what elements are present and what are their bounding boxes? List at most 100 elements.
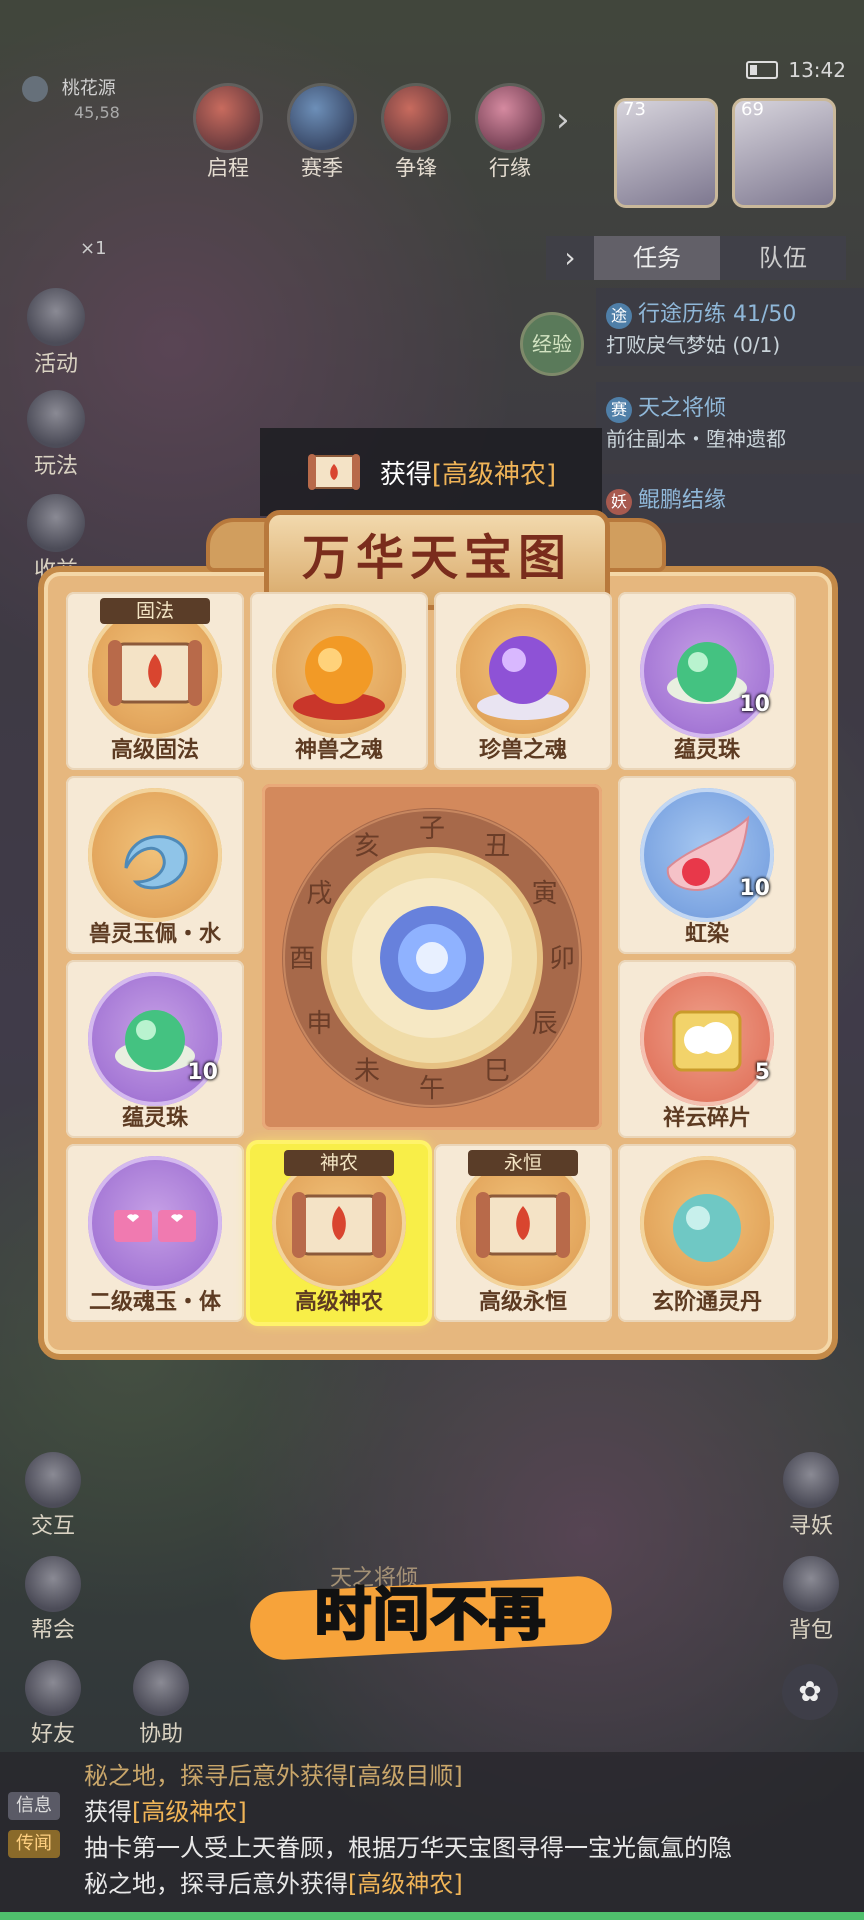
reward-cell[interactable]: 神兽之魂 <box>250 592 428 770</box>
reward-cell[interactable]: 固法 高级固法 <box>66 592 244 770</box>
zodiac-wheel[interactable]: 子丑寅卯辰巳午 未申 酉 戌亥 <box>280 806 584 1110</box>
reward-cell[interactable]: 10 蕴灵珠 <box>618 592 796 770</box>
nav-battle[interactable]: 争锋 <box>382 86 450 182</box>
item-count: 5 <box>754 1060 770 1085</box>
nav-journey[interactable]: 启程 <box>194 86 262 182</box>
reward-cell[interactable]: 神农 高级神农 <box>250 1144 428 1322</box>
item-name: 蕴灵珠 <box>673 738 740 763</box>
location-indicator[interactable]: 桃花源 45,58 <box>22 74 120 123</box>
video-subtitle: 时间不再 <box>314 1582 547 1650</box>
chat-channel-tag: 信息 <box>8 1792 60 1820</box>
soul-jade-icon <box>114 1210 196 1242</box>
nav-season[interactable]: 赛季 <box>288 86 356 182</box>
quest-desc: 打败戾气梦姑 (0/1) <box>606 333 781 357</box>
chat-message: 获得[高级神农] <box>84 1798 247 1826</box>
guild-icon <box>25 1556 81 1612</box>
player-avatar[interactable]: 69 <box>732 98 836 208</box>
gameplay-icon <box>27 390 85 448</box>
quest-title: 鲲鹏结缘 <box>638 488 727 513</box>
status-bar: 13:42 <box>746 58 846 82</box>
item-name: 高级神农 <box>294 1290 383 1315</box>
quest-title: 行途历练 41/50 <box>638 302 797 327</box>
gameplay-button[interactable]: 玩法 <box>18 390 94 480</box>
zodiac-branch-label: 申 <box>306 1009 332 1039</box>
reward-cell[interactable]: 玄阶通灵丹 <box>618 1144 796 1322</box>
zodiac-branch-label: 未 <box>354 1057 380 1087</box>
item-name: 高级永恒 <box>478 1290 567 1315</box>
item-name: 高级固法 <box>110 738 199 763</box>
clock: 13:42 <box>788 58 846 82</box>
orb-purple-icon <box>477 636 569 720</box>
zodiac-branch-label: 亥 <box>354 831 380 861</box>
activity-button[interactable]: 活动 <box>18 288 94 378</box>
spin-wheel-panel[interactable]: 子丑寅卯辰巳午 未申 酉 戌亥 <box>262 784 602 1130</box>
friends-button[interactable]: 好友 <box>10 1660 96 1748</box>
backpack-button[interactable]: 背包 <box>768 1556 854 1644</box>
reward-cell[interactable]: 二级魂玉・体 <box>66 1144 244 1322</box>
item-name: 蕴灵珠 <box>121 1106 188 1131</box>
reward-cell[interactable]: 5 祥云碎片 <box>618 960 796 1138</box>
notice-prefix: 获得 <box>379 459 432 490</box>
item-name: 虹染 <box>684 922 729 947</box>
item-name: 祥云碎片 <box>662 1106 751 1131</box>
seek-demon-icon <box>783 1452 839 1508</box>
backpack-icon <box>783 1556 839 1612</box>
orb-orange-icon <box>293 636 385 720</box>
tab-team[interactable]: 队伍 <box>720 236 846 280</box>
reward-cell[interactable]: 10 虹染 <box>618 776 796 954</box>
quest-title: 天之将倾 <box>638 396 727 421</box>
quest-tag: 途 <box>606 303 632 329</box>
flower-menu-icon[interactable]: ✿ <box>782 1664 838 1720</box>
notice-item: [高级神农] <box>431 459 557 490</box>
reward-cell[interactable]: 10 蕴灵珠 <box>66 960 244 1138</box>
chevron-right-icon[interactable]: › <box>556 100 570 140</box>
item-ribbon: 固法 <box>100 598 210 624</box>
reward-cell[interactable]: 珍兽之魂 <box>434 592 612 770</box>
battery-icon <box>746 61 779 79</box>
ticket-count: ×1 <box>80 238 107 259</box>
quest-tag: 妖 <box>606 489 632 515</box>
pill-teal-icon <box>673 1194 741 1262</box>
chat-message: 秘之地，探寻后意外获得[高级神农] <box>84 1870 463 1898</box>
pet-avatar[interactable]: 73 <box>614 98 718 208</box>
top-nav: 启程 赛季 争锋 行缘 <box>194 86 544 182</box>
item-name: 二级魂玉・体 <box>88 1290 221 1315</box>
chat-message: 抽卡第一人受上天眷顾，根据万华天宝图寻得一宝光氤氲的隐 <box>84 1834 732 1862</box>
quest-desc: 前往副本・堕神遗都 <box>606 427 786 451</box>
chat-channel-tag: 传闻 <box>8 1830 60 1858</box>
tab-quests[interactable]: 任务 <box>594 236 720 280</box>
earnings-icon <box>27 494 85 552</box>
assist-button[interactable]: 协助 <box>118 1660 204 1748</box>
zodiac-branch-label: 午 <box>419 1074 445 1104</box>
zodiac-branch-label: 戌 <box>306 879 332 909</box>
item-count: 10 <box>739 876 770 901</box>
zodiac-branch-label: 寅 <box>532 879 558 909</box>
quest-tag: 赛 <box>606 397 632 423</box>
interact-button[interactable]: 交互 <box>10 1452 96 1540</box>
assist-icon <box>133 1660 189 1716</box>
zodiac-branch-label: 子 <box>419 814 445 844</box>
item-count: 10 <box>739 692 770 717</box>
bottom-progress-bar <box>0 1912 864 1920</box>
chat-panel[interactable]: 秘之地，探寻后意外获得[高级目顺] 信息 获得[高级神农] 传闻 抽卡第一人受上… <box>0 1752 864 1912</box>
nav-fate[interactable]: 行缘 <box>476 86 544 182</box>
item-name: 兽灵玉佩・水 <box>88 922 221 947</box>
zodiac-branch-label: 丑 <box>484 831 510 861</box>
quest-item[interactable]: 赛天之将倾 前往副本・堕神遗都 <box>596 382 864 460</box>
quest-item[interactable]: 途行途历练 41/50 打败戾气梦姑 (0/1) <box>596 288 864 366</box>
location-name: 桃花源 <box>61 78 116 99</box>
reward-notice: 获得[高级神农] <box>260 428 602 516</box>
reward-cell[interactable]: 兽灵玉佩・水 <box>66 776 244 954</box>
collapse-arrow-icon[interactable]: › <box>546 236 594 280</box>
chat-message: 秘之地，探寻后意外获得[高级目顺] <box>84 1762 463 1790</box>
quest-item[interactable]: 妖鲲鹏结缘 <box>596 474 864 523</box>
friends-icon <box>25 1660 81 1716</box>
seek-demon-button[interactable]: 寻妖 <box>768 1452 854 1540</box>
zodiac-branch-label: 巳 <box>484 1057 510 1087</box>
guild-button[interactable]: 帮会 <box>10 1556 96 1644</box>
item-ribbon: 神农 <box>284 1150 394 1176</box>
interact-icon <box>25 1452 81 1508</box>
item-ribbon: 永恒 <box>468 1150 578 1176</box>
reward-cell[interactable]: 永恒 高级永恒 <box>434 1144 612 1322</box>
exp-badge[interactable]: 经验 <box>520 312 584 376</box>
